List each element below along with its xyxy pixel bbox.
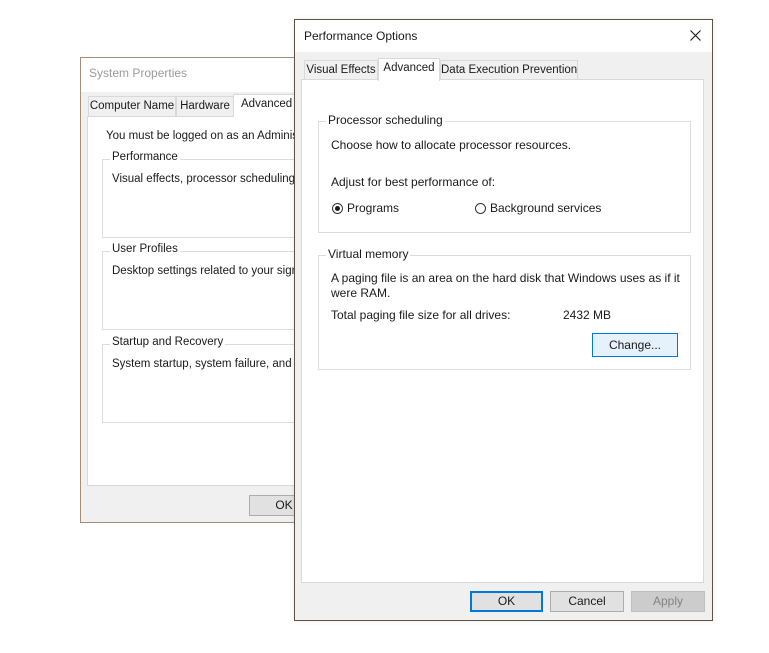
radio-background-services-button[interactable] <box>475 203 486 214</box>
performance-options-window: Performance Options Visual Effects Advan… <box>294 19 713 621</box>
user-profiles-group-label: User Profiles <box>110 243 180 255</box>
ok-button[interactable]: OK <box>470 591 543 612</box>
close-button[interactable] <box>678 20 712 50</box>
system-properties-title: System Properties <box>89 66 188 80</box>
radio-selected-dot <box>335 206 340 211</box>
tab-label: Visual Effects <box>306 64 376 76</box>
tab-data-execution-prevention[interactable]: Data Execution Prevention <box>440 60 578 80</box>
radio-background-services-label: Background services <box>490 201 602 215</box>
tab-label: Hardware <box>180 100 230 112</box>
change-label: Change... <box>608 338 662 352</box>
virtual-memory-description-line1: A paging file is an area on the hard dis… <box>331 271 680 285</box>
radio-background-services[interactable]: Background services <box>474 200 614 216</box>
performance-group: Performance <box>102 151 312 238</box>
startup-recovery-group: Startup and Recovery <box>102 336 312 423</box>
virtual-memory-description-line2: were RAM. <box>331 286 391 300</box>
cancel-button[interactable]: Cancel <box>550 591 624 612</box>
startup-recovery-group-label: Startup and Recovery <box>110 336 226 348</box>
tab-advanced[interactable]: Advanced <box>378 58 440 81</box>
performance-description: Visual effects, processor scheduling, m <box>112 173 312 185</box>
change-button[interactable]: Change... <box>592 333 678 357</box>
tab-computer-name[interactable]: Computer Name <box>88 96 176 116</box>
advanced-panel: Processor scheduling Choose how to alloc… <box>301 79 704 583</box>
processor-scheduling-label: Processor scheduling <box>326 113 445 127</box>
user-profiles-description: Desktop settings related to your sign-in <box>112 265 311 277</box>
radio-programs-button[interactable] <box>332 203 343 214</box>
tab-label: Computer Name <box>89 100 175 112</box>
total-paging-label: Total paging file size for all drives: <box>331 308 511 322</box>
apply-button[interactable]: Apply <box>631 591 705 612</box>
cancel-label: Cancel <box>568 594 606 608</box>
ok-label: OK <box>497 594 516 608</box>
performance-group-label: Performance <box>110 151 180 163</box>
radio-programs[interactable]: Programs <box>331 200 431 216</box>
close-icon <box>689 29 701 41</box>
processor-scheduling-description: Choose how to allocate processor resourc… <box>331 138 572 152</box>
total-paging-value: 2432 MB <box>563 308 612 322</box>
tab-advanced[interactable]: Advanced <box>233 94 301 117</box>
admin-notice: You must be logged on as an Administra <box>106 130 312 142</box>
tab-label: Data Execution Prevention <box>441 64 578 76</box>
tab-label: Advanced <box>241 98 293 110</box>
user-profiles-group: User Profiles <box>102 243 312 330</box>
radio-programs-label: Programs <box>347 201 400 215</box>
virtual-memory-label: Virtual memory <box>326 247 411 261</box>
tab-label: Advanced <box>383 62 435 74</box>
tab-visual-effects[interactable]: Visual Effects <box>304 60 378 80</box>
startup-recovery-description: System startup, system failure, and deb <box>112 358 314 370</box>
tab-hardware[interactable]: Hardware <box>176 96 234 116</box>
performance-options-title: Performance Options <box>304 29 418 43</box>
ok-label: OK <box>275 498 293 512</box>
apply-label: Apply <box>652 594 684 608</box>
adjust-for-label: Adjust for best performance of: <box>331 175 496 189</box>
